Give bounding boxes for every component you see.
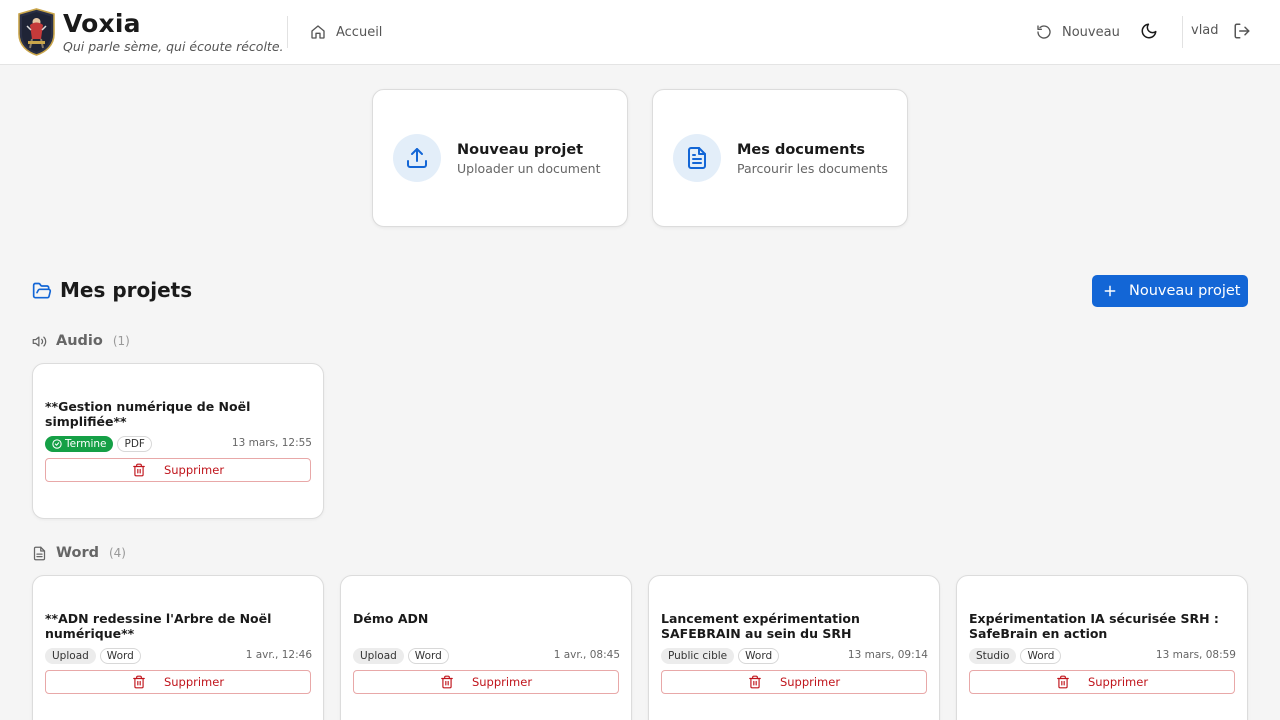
new-project-card-subtitle: Uploader un document — [457, 161, 601, 176]
type-tag: Word — [1020, 648, 1062, 664]
section-audio-label: Audio — [56, 333, 103, 349]
projects-title: Mes projets — [60, 278, 193, 302]
delete-button-label: Supprimer — [779, 675, 841, 689]
new-project-button[interactable]: Nouveau projet — [1092, 275, 1248, 307]
header-divider — [287, 16, 288, 48]
project-card[interactable]: **Gestion numérique de Noël simplifiée**… — [32, 363, 324, 519]
header-divider-right — [1182, 16, 1183, 48]
my-documents-card-title: Mes documents — [737, 142, 866, 158]
delete-button[interactable]: Supprimer — [45, 458, 311, 482]
status-badge: Termine — [45, 436, 114, 452]
delete-button-label: Supprimer — [163, 463, 225, 477]
project-tags: Studio Word — [969, 648, 1062, 664]
new-project-button-label: Nouveau projet — [1129, 283, 1241, 299]
brand-title: Voxia — [63, 9, 141, 38]
brand-logo[interactable] — [17, 8, 56, 56]
my-documents-card-subtitle: Parcourir les documents — [737, 161, 888, 176]
speaker-icon — [32, 334, 47, 349]
section-word-header: Word (4) — [32, 543, 126, 563]
project-card[interactable]: Expérimentation IA sécurisée SRH : SafeB… — [956, 575, 1248, 720]
logout-icon — [1233, 22, 1251, 40]
new-project-card-title: Nouveau projet — [457, 142, 584, 158]
project-tags: Public cible Word — [661, 648, 780, 664]
type-tag: Word — [738, 648, 780, 664]
project-date: 13 mars, 08:59 — [1155, 649, 1236, 661]
file-text-icon — [32, 546, 47, 561]
username-label: vlad — [1191, 23, 1219, 38]
project-title: Démo ADN — [353, 611, 429, 626]
trash-icon — [132, 675, 146, 689]
theme-toggle-button[interactable] — [1140, 22, 1160, 42]
project-date: 13 mars, 12:55 — [231, 437, 312, 449]
section-audio-header: Audio (1) — [32, 331, 130, 351]
delete-button[interactable]: Supprimer — [45, 670, 311, 694]
refresh-icon — [1036, 24, 1052, 40]
my-documents-card[interactable]: Mes documents Parcourir les documents — [652, 89, 908, 227]
logout-button[interactable] — [1233, 22, 1251, 42]
nav-new-label: Nouveau — [1062, 24, 1120, 40]
nav-home-link[interactable]: Accueil — [310, 22, 382, 42]
delete-button[interactable]: Supprimer — [353, 670, 619, 694]
section-word-count: (4) — [108, 546, 126, 560]
project-card[interactable]: Démo ADN Upload Word 1 avr., 08:45 Suppr… — [340, 575, 632, 720]
folder-open-icon — [32, 281, 52, 301]
project-date: 1 avr., 12:46 — [245, 649, 312, 661]
source-tag: Public cible — [661, 648, 735, 664]
trash-icon — [132, 463, 146, 477]
nav-home-label: Accueil — [336, 24, 383, 40]
trash-icon — [440, 675, 454, 689]
project-date: 1 avr., 08:45 — [553, 649, 620, 661]
delete-button[interactable]: Supprimer — [969, 670, 1235, 694]
section-word-label: Word — [56, 545, 99, 561]
section-audio-count: (1) — [112, 334, 130, 348]
project-title: **Gestion numérique de Noël simplifiée** — [45, 399, 251, 429]
project-title: Lancement expérimentation SAFEBRAIN au s… — [661, 611, 860, 641]
project-date: 13 mars, 09:14 — [847, 649, 928, 661]
brand-tagline: Qui parle sème, qui écoute récolte. — [63, 39, 284, 54]
home-icon — [310, 24, 326, 40]
source-tag: Upload — [353, 648, 404, 664]
project-title: Expérimentation IA sécurisée SRH : SafeB… — [969, 611, 1219, 641]
nav-new-button[interactable]: Nouveau — [1036, 22, 1120, 42]
project-tags: Upload Word — [45, 648, 141, 664]
delete-button[interactable]: Supprimer — [661, 670, 927, 694]
trash-icon — [1056, 675, 1070, 689]
check-circle-icon — [52, 439, 62, 449]
type-tag: PDF — [117, 436, 152, 452]
status-badge-label: Termine — [65, 438, 107, 450]
project-title: **ADN redessine l'Arbre de Noël numériqu… — [45, 611, 272, 641]
moon-icon — [1140, 22, 1160, 40]
project-tags: Upload Word — [353, 648, 449, 664]
delete-button-label: Supprimer — [471, 675, 533, 689]
top-header: Voxia Qui parle sème, qui écoute récolte… — [0, 0, 1280, 65]
project-card[interactable]: Lancement expérimentation SAFEBRAIN au s… — [648, 575, 940, 720]
project-tags: Termine PDF — [45, 436, 152, 452]
delete-button-label: Supprimer — [1087, 675, 1149, 689]
type-tag: Word — [407, 648, 449, 664]
plus-icon — [1103, 284, 1117, 298]
new-project-card[interactable]: Nouveau projet Uploader un document — [372, 89, 628, 227]
source-tag: Upload — [45, 648, 96, 664]
upload-icon — [393, 134, 441, 182]
trash-icon — [748, 675, 762, 689]
document-icon — [673, 134, 721, 182]
type-tag: Word — [99, 648, 141, 664]
project-card[interactable]: **ADN redessine l'Arbre de Noël numériqu… — [32, 575, 324, 720]
source-tag: Studio — [969, 648, 1017, 664]
delete-button-label: Supprimer — [163, 675, 225, 689]
